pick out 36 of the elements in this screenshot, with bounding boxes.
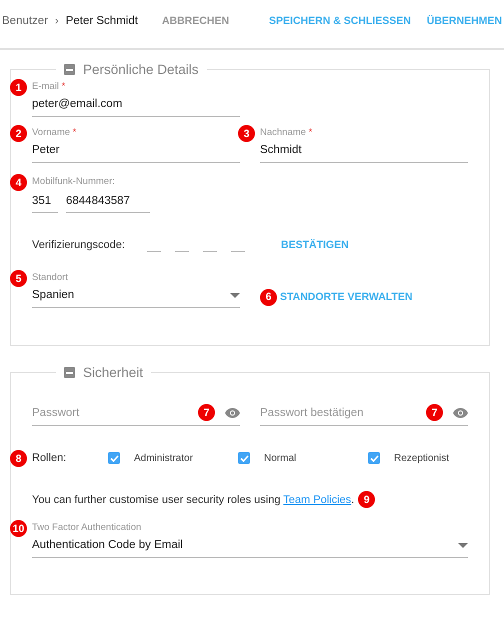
checkbox[interactable] [108, 452, 120, 464]
checkbox-label: Rezeptionist [394, 452, 450, 464]
number-badge: 1 [10, 79, 27, 96]
number-badge: 9 [358, 491, 376, 508]
number-badge: 2 [10, 125, 27, 142]
field-label: Mobilfunk-Nummer: [32, 176, 116, 187]
section-title: Persönliche Details [83, 62, 199, 77]
roles-label: Rollen: [32, 452, 68, 464]
checkbox-label: Administrator [134, 452, 193, 464]
number-badge: 3 [238, 125, 255, 142]
number-badge: 7 [426, 404, 443, 421]
number-badge: 5 [10, 270, 27, 287]
password-field[interactable]: Passwort [32, 406, 194, 418]
number-badge: 10 [10, 520, 27, 537]
password-field[interactable]: Passwort bestätigen [260, 406, 422, 418]
collapse-icon[interactable] [64, 367, 75, 378]
caret-icon [458, 542, 468, 548]
checkbox-label: Normal [264, 452, 296, 464]
number-badge: 7 [198, 404, 215, 421]
breadcrumb-link[interactable]: Benutzer [2, 15, 48, 27]
section-title: Sicherheit [83, 365, 144, 380]
field-label: Verifizierungscode: [32, 238, 126, 250]
eye-icon[interactable] [225, 408, 240, 418]
breadcrumb-separator: › [55, 15, 59, 27]
collapse-icon[interactable] [64, 64, 75, 75]
eye-icon[interactable] [453, 408, 468, 418]
number-badge: 4 [10, 174, 27, 191]
info-text: You can further customise user security roles using Team Policies. [32, 494, 354, 506]
checkbox[interactable] [238, 452, 250, 464]
country-code-field[interactable]: 351 [32, 195, 58, 213]
number-badge: 8 [10, 450, 27, 467]
breadcrumb-current: Peter Schmidt [66, 15, 138, 27]
checkbox[interactable] [368, 452, 380, 464]
phone-number-field[interactable]: 6844843587 [66, 195, 150, 213]
caret-icon [230, 292, 240, 298]
number-badge: 6 [260, 288, 277, 306]
